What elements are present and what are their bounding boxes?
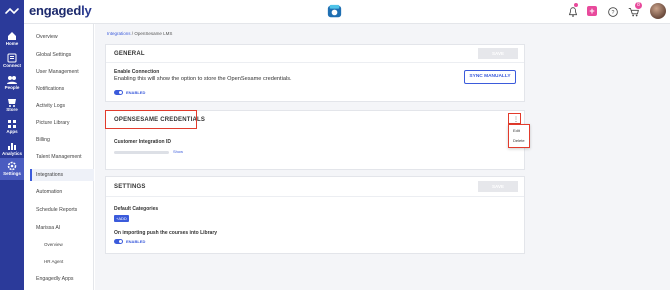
apps-icon: [8, 120, 16, 128]
rail-item-connect[interactable]: Connect: [0, 50, 24, 72]
enable-connection-label: Enable Connection: [114, 69, 160, 75]
brand-logo[interactable]: engagedly: [29, 3, 92, 18]
sidebar-subitem-overview[interactable]: Overview: [44, 242, 63, 247]
general-save-button[interactable]: SAVE: [478, 48, 518, 59]
sidebar-item-talent-management[interactable]: Talent Management: [36, 154, 82, 160]
add-category-button[interactable]: +ADD: [114, 215, 129, 222]
sidebar-subitem-hr-agent[interactable]: HR Agent: [44, 259, 63, 264]
sidebar-item-integrations[interactable]: Integrations: [36, 172, 63, 178]
rail-item-analytics[interactable]: Analytics: [0, 138, 24, 160]
push-courses-state: ENABLED: [126, 239, 146, 244]
sidebar-item-schedule-reports[interactable]: Schedule Reports: [36, 207, 77, 213]
breadcrumb-separator: /: [131, 31, 134, 36]
rail-item-home[interactable]: Home: [0, 28, 24, 50]
svg-text:?: ?: [612, 10, 615, 16]
avatar[interactable]: [650, 3, 666, 19]
gear-icon: [7, 161, 17, 171]
settings-card-header: SETTINGS SAVE: [106, 177, 524, 197]
sidebar-item-marissa-ai[interactable]: Marissa AI: [36, 225, 60, 231]
sidebar-item-overview[interactable]: Overview: [36, 34, 58, 40]
credentials-title-highlight: [105, 110, 197, 129]
more-options-highlight: [508, 113, 521, 124]
help-icon[interactable]: ?: [606, 4, 620, 20]
app-switcher-button[interactable]: [0, 0, 24, 24]
customer-integration-id-label: Customer Integration ID: [114, 139, 171, 145]
rail-item-store[interactable]: Store: [0, 94, 24, 116]
customer-integration-id-masked-value: [114, 151, 169, 154]
show-link[interactable]: Show: [173, 149, 183, 154]
bell-icon[interactable]: [566, 4, 580, 20]
connect-icon: [7, 53, 17, 63]
settings-card: SETTINGS SAVE Default Categories +ADD On…: [105, 176, 525, 254]
add-icon[interactable]: +: [587, 6, 597, 16]
settings-title: SETTINGS: [114, 184, 146, 190]
opensesame-logo-icon: [327, 4, 342, 18]
notification-count-badge: 8: [635, 2, 642, 9]
rail-item-apps[interactable]: Apps: [0, 116, 24, 138]
rail-item-people[interactable]: People: [0, 72, 24, 94]
sidebar-item-billing[interactable]: Billing: [36, 137, 50, 143]
general-title: GENERAL: [114, 51, 145, 57]
engagedly-mark-icon: [5, 7, 19, 15]
sidebar-item-automation[interactable]: Automation: [36, 189, 62, 195]
push-courses-toggle[interactable]: [114, 239, 123, 244]
sidebar-item-global-settings[interactable]: Global Settings: [36, 52, 71, 58]
sidebar-item-picture-library[interactable]: Picture Library: [36, 120, 69, 126]
general-card: GENERAL SAVE Enable Connection Enabling …: [105, 44, 525, 102]
enable-connection-toggle[interactable]: [114, 90, 123, 95]
breadcrumb-current: OpenSesame LMS: [134, 31, 173, 36]
settings-sidebar: Overview Global Settings User Management…: [24, 24, 94, 290]
push-courses-label: On importing push the courses into Libra…: [114, 230, 218, 236]
people-icon: [7, 76, 17, 84]
rail-item-settings[interactable]: Settings: [0, 158, 24, 180]
sidebar-item-user-management[interactable]: User Management: [36, 69, 79, 75]
home-icon: [8, 32, 16, 40]
sidebar-item-activity-logs[interactable]: Activity Logs: [36, 103, 65, 109]
breadcrumb: Integrations / OpenSesame LMS: [107, 31, 172, 36]
enable-connection-description: Enabling this will show the option to st…: [114, 76, 292, 82]
notification-dot: [574, 3, 578, 7]
primary-nav-rail: Home Connect People Store Apps Analytics…: [0, 24, 24, 290]
general-card-header: GENERAL SAVE: [106, 45, 524, 63]
breadcrumb-integrations-link[interactable]: Integrations: [107, 31, 131, 36]
sidebar-item-notifications[interactable]: Notifications: [36, 86, 64, 92]
options-menu-highlight: [508, 124, 530, 148]
top-bar: engagedly + ? 8: [0, 0, 670, 24]
analytics-icon: [8, 143, 16, 150]
sync-manually-button[interactable]: SYNC MANUALLY: [464, 70, 516, 84]
enable-connection-state: ENABLED: [126, 90, 146, 95]
settings-save-button[interactable]: SAVE: [478, 181, 518, 192]
sidebar-item-engagedly-apps[interactable]: Engagedly Apps: [36, 276, 74, 282]
default-categories-label: Default Categories: [114, 206, 159, 212]
store-icon: [8, 99, 16, 107]
